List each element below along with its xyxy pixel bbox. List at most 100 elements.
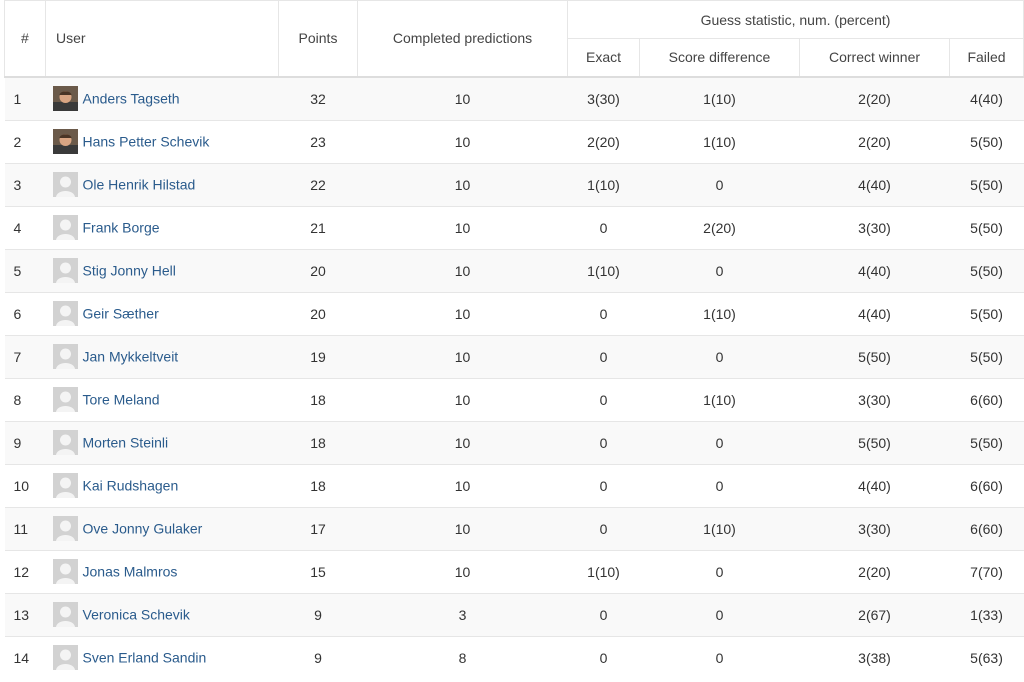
correct-winner-cell: 2(67) bbox=[799, 592, 950, 636]
user-link[interactable]: Geir Sæther bbox=[83, 306, 159, 322]
exact-cell: 1(10) bbox=[567, 248, 640, 292]
avatar-image bbox=[52, 86, 78, 111]
completed-cell: 10 bbox=[357, 162, 568, 206]
points-cell: 9 bbox=[278, 592, 358, 636]
user-cell: Hans Petter Schevik bbox=[45, 119, 279, 163]
failed-cell: 5(50) bbox=[949, 119, 1024, 163]
avatar-image bbox=[52, 258, 78, 283]
points-cell: 22 bbox=[278, 162, 358, 206]
table-body: 1 Anders Tagseth 32 10 3(30) 1(10) 2(20)… bbox=[4, 76, 1024, 679]
user-cell: Ole Henrik Hilstad bbox=[45, 162, 279, 206]
rank-cell: 3 bbox=[4, 162, 46, 206]
user-link[interactable]: Ole Henrik Hilstad bbox=[83, 177, 196, 193]
score-difference-cell: 1(10) bbox=[639, 377, 800, 421]
score-difference-cell: 0 bbox=[639, 635, 800, 679]
table-row: 14 Sven Erland Sandin 9 8 0 0 3(38) 5(63… bbox=[4, 635, 1024, 679]
user-cell: Veronica Schevik bbox=[45, 592, 279, 636]
avatar bbox=[52, 516, 78, 541]
completed-cell: 10 bbox=[357, 377, 568, 421]
score-difference-cell: 0 bbox=[639, 334, 800, 378]
points-cell: 19 bbox=[278, 334, 358, 378]
user-link[interactable]: Tore Meland bbox=[83, 392, 160, 408]
header-score-difference[interactable]: Score difference bbox=[639, 38, 800, 78]
header-exact[interactable]: Exact bbox=[567, 38, 640, 78]
header-correct-winner[interactable]: Correct winner bbox=[799, 38, 950, 78]
points-cell: 20 bbox=[278, 291, 358, 335]
avatar bbox=[52, 344, 78, 369]
avatar bbox=[52, 172, 78, 197]
user-link[interactable]: Morten Steinli bbox=[83, 435, 169, 451]
exact-cell: 0 bbox=[567, 291, 640, 335]
avatar-image bbox=[52, 215, 78, 240]
table-row: 6 Geir Sæther 20 10 0 1(10) 4(40) 5(50) bbox=[4, 291, 1024, 335]
avatar bbox=[52, 86, 78, 111]
avatar-image bbox=[52, 344, 78, 369]
header-completed-predictions[interactable]: Completed predictions bbox=[357, 0, 568, 78]
rank-cell: 11 bbox=[4, 506, 46, 550]
header-rank[interactable]: # bbox=[4, 0, 46, 78]
completed-cell: 10 bbox=[357, 76, 568, 120]
avatar bbox=[52, 387, 78, 412]
exact-cell: 0 bbox=[567, 377, 640, 421]
user-link[interactable]: Veronica Schevik bbox=[83, 607, 190, 623]
avatar bbox=[52, 301, 78, 326]
table-row: 10 Kai Rudshagen 18 10 0 0 4(40) 6(60) bbox=[4, 463, 1024, 507]
header-user[interactable]: User bbox=[45, 0, 279, 78]
user-link[interactable]: Kai Rudshagen bbox=[83, 478, 179, 494]
points-cell: 32 bbox=[278, 76, 358, 120]
exact-cell: 0 bbox=[567, 334, 640, 378]
avatar-image bbox=[52, 559, 78, 584]
avatar bbox=[52, 473, 78, 498]
score-difference-cell: 2(20) bbox=[639, 205, 800, 249]
score-difference-cell: 0 bbox=[639, 592, 800, 636]
exact-cell: 3(30) bbox=[567, 76, 640, 120]
header-failed[interactable]: Failed bbox=[948, 38, 1024, 78]
user-link[interactable]: Sven Erland Sandin bbox=[83, 650, 207, 666]
avatar-image bbox=[52, 602, 78, 627]
leaderboard-table: # User Points Completed predictions Gues… bbox=[4, 0, 1024, 679]
correct-winner-cell: 2(20) bbox=[799, 76, 950, 120]
user-cell: Morten Steinli bbox=[45, 420, 279, 464]
user-link[interactable]: Frank Borge bbox=[83, 220, 160, 236]
user-link[interactable]: Jonas Malmros bbox=[83, 564, 178, 580]
header-points[interactable]: Points bbox=[278, 0, 358, 78]
failed-cell: 1(33) bbox=[949, 592, 1024, 636]
user-cell: Kai Rudshagen bbox=[45, 463, 279, 507]
score-difference-cell: 0 bbox=[639, 463, 800, 507]
failed-cell: 5(63) bbox=[949, 635, 1024, 679]
avatar bbox=[52, 645, 78, 670]
table-row: 4 Frank Borge 21 10 0 2(20) 3(30) 5(50) bbox=[4, 205, 1024, 249]
score-difference-cell: 1(10) bbox=[639, 291, 800, 335]
table-row: 7 Jan Mykkeltveit 19 10 0 0 5(50) 5(50) bbox=[4, 334, 1024, 378]
score-difference-cell: 0 bbox=[639, 420, 800, 464]
failed-cell: 5(50) bbox=[949, 291, 1024, 335]
avatar bbox=[52, 559, 78, 584]
correct-winner-cell: 4(40) bbox=[799, 291, 950, 335]
failed-cell: 4(40) bbox=[949, 76, 1024, 120]
user-link[interactable]: Anders Tagseth bbox=[83, 91, 180, 107]
score-difference-cell: 1(10) bbox=[639, 119, 800, 163]
correct-winner-cell: 3(30) bbox=[799, 506, 950, 550]
points-cell: 21 bbox=[278, 205, 358, 249]
rank-cell: 2 bbox=[4, 119, 46, 163]
user-cell: Jan Mykkeltveit bbox=[45, 334, 279, 378]
user-link[interactable]: Jan Mykkeltveit bbox=[83, 349, 179, 365]
exact-cell: 0 bbox=[567, 463, 640, 507]
exact-cell: 2(20) bbox=[567, 119, 640, 163]
table-row: 2 Hans Petter Schevik 23 10 2(20) 1(10) … bbox=[4, 119, 1024, 163]
user-link[interactable]: Stig Jonny Hell bbox=[83, 263, 176, 279]
score-difference-cell: 1(10) bbox=[639, 76, 800, 120]
points-cell: 20 bbox=[278, 248, 358, 292]
user-link[interactable]: Hans Petter Schevik bbox=[83, 134, 210, 150]
avatar-image bbox=[52, 430, 78, 455]
avatar-image bbox=[52, 129, 78, 154]
user-link[interactable]: Ove Jonny Gulaker bbox=[83, 521, 203, 537]
user-cell: Frank Borge bbox=[45, 205, 279, 249]
avatar bbox=[52, 215, 78, 240]
avatar bbox=[52, 258, 78, 283]
completed-cell: 10 bbox=[357, 334, 568, 378]
avatar-image bbox=[52, 645, 78, 670]
completed-cell: 8 bbox=[357, 635, 568, 679]
table-row: 8 Tore Meland 18 10 0 1(10) 3(30) 6(60) bbox=[4, 377, 1024, 421]
avatar bbox=[52, 602, 78, 627]
